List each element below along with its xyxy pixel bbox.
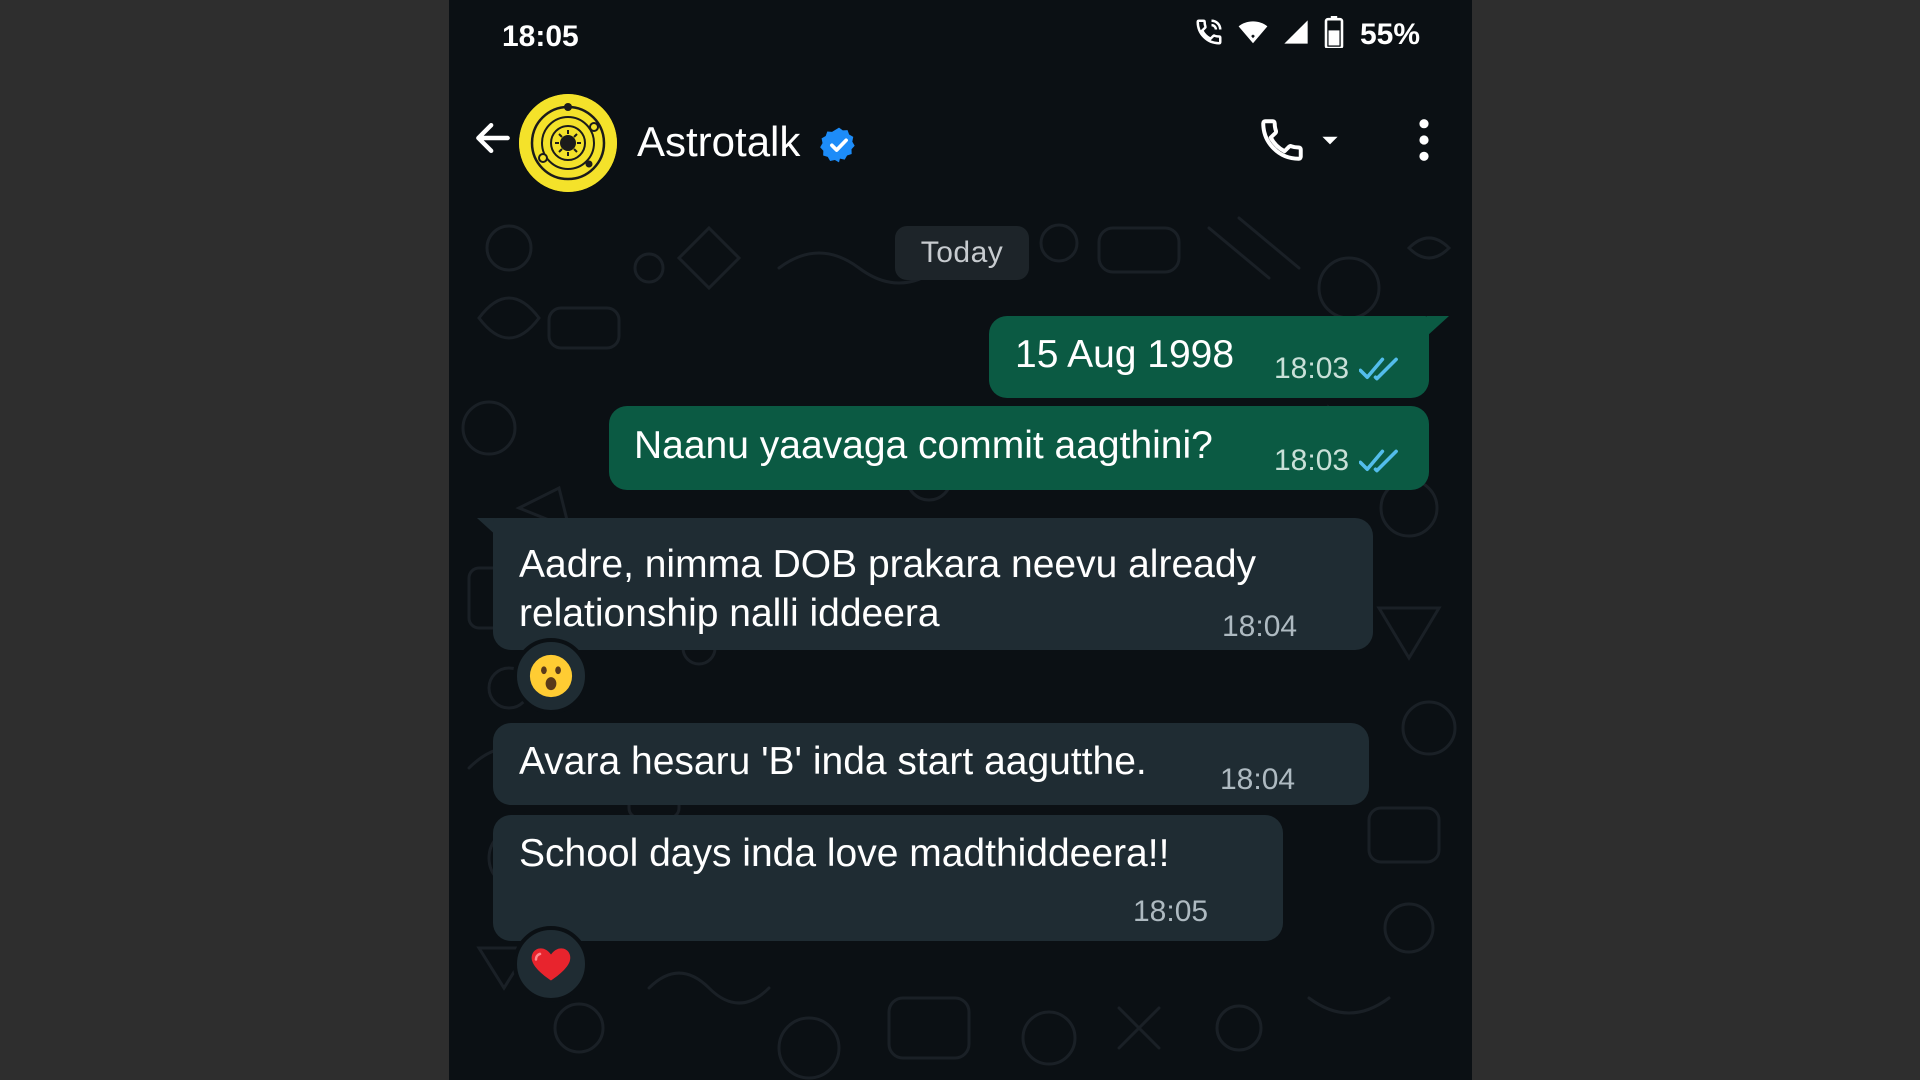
wifi-icon [1238, 17, 1268, 52]
back-arrow-icon [476, 122, 510, 154]
message-time: 18:05 [1133, 895, 1209, 928]
message-time: 18:04 [1220, 763, 1296, 796]
message-meta: 18:03 [1274, 352, 1403, 386]
reaction-badge[interactable] [513, 638, 589, 714]
message-time: 18:04 [1222, 610, 1298, 643]
battery-icon [1324, 16, 1344, 53]
phone-icon [1261, 119, 1303, 161]
surprised-face-icon [529, 654, 573, 698]
read-ticks-icon [1359, 357, 1398, 381]
date-chip: Today [895, 226, 1029, 280]
message-time: 18:03 [1274, 444, 1350, 477]
reaction-badge[interactable] [513, 926, 589, 1002]
back-button[interactable] [469, 114, 517, 162]
message-text: 15 Aug 1998 [1015, 333, 1235, 376]
message-meta: 18:03 [1274, 444, 1403, 478]
message-text: Avara hesaru 'B' inda start aagutthe. [519, 740, 1147, 783]
wifi-calling-icon [1194, 17, 1224, 52]
message-meta: 18:04 [1220, 763, 1295, 797]
message-bubble-outgoing[interactable]: 15 Aug 1998 18:03 [989, 316, 1429, 398]
message-bubble-outgoing[interactable]: Naanu yaavaga commit aagthini? 18:03 [609, 406, 1429, 490]
message-time: 18:03 [1274, 352, 1350, 385]
read-ticks-icon [1359, 449, 1398, 473]
message-text: Naanu yaavaga commit aagthini? [634, 424, 1213, 467]
message-meta: 18:05 [1133, 895, 1208, 929]
more-options-button[interactable] [1409, 114, 1439, 166]
call-button[interactable] [1257, 114, 1347, 166]
cell-signal-icon [1282, 18, 1310, 51]
status-bar: 18:05 55% [449, 0, 1472, 78]
message-text: Aadre, nimma DOB prakara neevu already [519, 543, 1257, 586]
message-bubble-incoming[interactable]: Avara hesaru 'B' inda start aagutthe. 18… [493, 723, 1369, 805]
avatar[interactable] [519, 94, 617, 192]
heart-icon [531, 948, 571, 981]
status-icons: 55% [1194, 16, 1420, 53]
message-meta: 18:04 [1222, 610, 1297, 644]
contact-name[interactable]: Astrotalk [637, 118, 800, 166]
bubble-tail [1427, 316, 1449, 336]
chevron-down-icon [1322, 136, 1338, 145]
status-time: 18:05 [502, 20, 579, 53]
message-bubble-incoming[interactable]: School days inda love madthiddeera!! 18:… [493, 815, 1283, 941]
chat-header: Astrotalk [449, 78, 1472, 208]
more-vert-icon [1419, 119, 1429, 161]
verified-badge-icon [820, 126, 858, 164]
chat-area[interactable]: Today 15 Aug 1998 18:03 Naanu yaavaga co… [449, 208, 1472, 1080]
phone-screen: 18:05 55% Astrotalk Today 15 Aug 1998 18… [449, 0, 1472, 1080]
battery-percent: 55% [1359, 17, 1420, 51]
message-bubble-incoming[interactable]: Aadre, nimma DOB prakara neevu already r… [493, 518, 1373, 650]
message-text: relationship nalli iddeera [519, 592, 940, 635]
message-text: School days inda love madthiddeera!! [519, 832, 1170, 875]
